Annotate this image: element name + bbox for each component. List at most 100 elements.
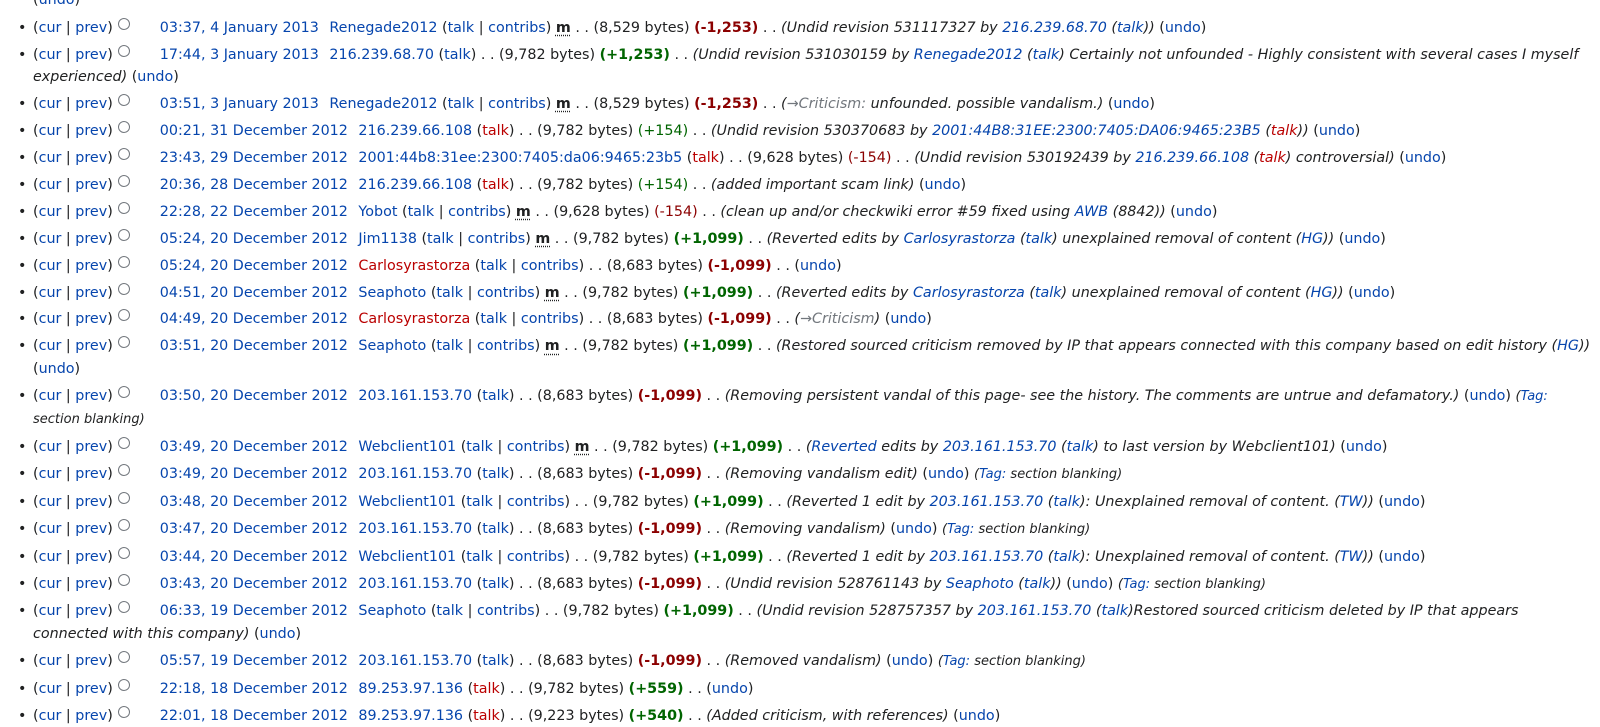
user-talk-link[interactable]: talk — [482, 521, 509, 537]
prev-link[interactable]: prev — [75, 231, 107, 247]
user-contribs-link[interactable]: contribs — [507, 439, 565, 455]
summary-link[interactable]: 2001:44B8:31EE:2300:7405:DA06:9465:23B5 — [932, 123, 1261, 139]
user-contribs-link[interactable]: contribs — [521, 311, 579, 327]
compare-radio[interactable] — [117, 121, 130, 134]
user-link[interactable]: Webclient101 — [358, 549, 456, 565]
summary-link[interactable]: Carlosyrastorza — [913, 285, 1025, 301]
tag-link[interactable]: Tag: — [979, 467, 1006, 482]
cur-link[interactable]: cur — [39, 204, 62, 220]
summary-link[interactable]: talk — [1024, 576, 1051, 592]
cur-link[interactable]: cur — [39, 681, 62, 697]
section-link[interactable]: →Criticism: — [787, 96, 866, 112]
undo-link[interactable]: undo — [137, 69, 173, 85]
revision-date-link[interactable]: 05:24, 20 December 2012 — [160, 255, 348, 278]
undo-link[interactable]: undo — [260, 626, 296, 642]
user-link[interactable]: 89.253.97.136 — [358, 681, 463, 697]
user-link[interactable]: 216.239.66.108 — [358, 177, 472, 193]
cur-link[interactable]: cur — [39, 285, 62, 301]
summary-link[interactable]: talk — [1259, 150, 1286, 166]
revision-date-link[interactable]: 22:01, 18 December 2012 — [160, 705, 348, 727]
user-talk-link[interactable]: talk — [436, 285, 463, 301]
user-talk-link[interactable]: talk — [482, 177, 509, 193]
prev-link[interactable]: prev — [75, 494, 107, 510]
compare-radio[interactable] — [117, 385, 130, 398]
compare-radio[interactable] — [117, 18, 130, 30]
user-contribs-link[interactable]: contribs — [448, 204, 506, 220]
user-contribs-link[interactable]: contribs — [521, 258, 579, 274]
prev-link[interactable]: prev — [75, 258, 107, 274]
prev-link[interactable]: prev — [75, 204, 107, 220]
user-link[interactable]: 2001:44b8:31ee:2300:7405:da06:9465:23b5 — [358, 150, 682, 166]
cur-link[interactable]: cur — [39, 549, 62, 565]
revision-date-link[interactable]: 03:50, 20 December 2012 — [160, 385, 348, 408]
summary-link[interactable]: 203.161.153.70 — [943, 439, 1057, 455]
revision-date-link[interactable]: 03:49, 20 December 2012 — [160, 436, 348, 459]
revision-date-link[interactable]: 22:28, 22 December 2012 — [160, 201, 348, 224]
user-contribs-link[interactable]: contribs — [477, 603, 535, 619]
summary-link[interactable]: talk — [1026, 231, 1053, 247]
user-contribs-link[interactable]: contribs — [507, 494, 565, 510]
prev-link[interactable]: prev — [75, 96, 107, 112]
user-link[interactable]: Yobot — [358, 204, 397, 220]
user-link[interactable]: 203.161.153.70 — [358, 388, 472, 404]
prev-link[interactable]: prev — [75, 150, 107, 166]
prev-link[interactable]: prev — [75, 123, 107, 139]
user-link[interactable]: Carlosyrastorza — [358, 258, 470, 274]
user-link[interactable]: 203.161.153.70 — [358, 653, 472, 669]
undo-link[interactable]: undo — [1469, 388, 1505, 404]
revision-date-link[interactable]: 03:47, 20 December 2012 — [160, 518, 348, 541]
prev-link[interactable]: prev — [75, 521, 107, 537]
cur-link[interactable]: cur — [39, 150, 62, 166]
user-talk-link[interactable]: talk — [444, 47, 471, 63]
user-link[interactable]: Renegade2012 — [329, 96, 437, 112]
revision-date-link[interactable]: 03:44, 20 December 2012 — [160, 546, 348, 569]
summary-link[interactable]: talk — [1117, 20, 1144, 36]
tag-link[interactable]: Tag: — [947, 522, 974, 537]
compare-radio[interactable] — [117, 491, 130, 504]
cur-link[interactable]: cur — [39, 177, 62, 193]
undo-link[interactable]: undo — [896, 521, 932, 537]
cur-link[interactable]: cur — [39, 47, 62, 63]
user-talk-link[interactable]: talk — [692, 150, 719, 166]
undo-link[interactable]: undo — [890, 311, 926, 327]
revision-date-link[interactable]: 05:24, 20 December 2012 — [160, 228, 348, 251]
user-link[interactable]: Carlosyrastorza — [358, 311, 470, 327]
prev-link[interactable]: prev — [75, 20, 107, 36]
compare-radio[interactable] — [117, 44, 130, 57]
user-link[interactable]: Jim1138 — [358, 231, 417, 247]
cur-link[interactable]: cur — [39, 311, 62, 327]
summary-link[interactable]: talk — [1271, 123, 1298, 139]
undo-link[interactable]: undo — [928, 466, 964, 482]
undo-link[interactable]: undo — [1384, 494, 1420, 510]
user-contribs-link[interactable]: contribs — [488, 96, 546, 112]
user-link[interactable]: 216.239.68.70 — [329, 47, 434, 63]
user-talk-link[interactable]: talk — [466, 549, 493, 565]
summary-link[interactable]: TW — [1340, 494, 1363, 510]
undo-link[interactable]: undo — [892, 653, 928, 669]
cur-link[interactable]: cur — [39, 494, 62, 510]
user-talk-link[interactable]: talk — [466, 439, 493, 455]
user-talk-link[interactable]: talk — [436, 338, 463, 354]
undo-link[interactable]: undo — [1405, 150, 1441, 166]
user-link[interactable]: Seaphoto — [358, 603, 426, 619]
summary-link[interactable]: AWB — [1075, 204, 1108, 220]
undo-link[interactable]: undo — [1165, 20, 1201, 36]
summary-link[interactable]: 216.239.68.70 — [1002, 20, 1107, 36]
revision-date-link[interactable]: 23:43, 29 December 2012 — [160, 147, 348, 170]
user-link[interactable]: Webclient101 — [358, 439, 456, 455]
undo-link[interactable]: undo — [800, 258, 836, 274]
prev-link[interactable]: prev — [75, 177, 107, 193]
compare-radio[interactable] — [117, 148, 130, 161]
summary-link[interactable]: talk — [1035, 285, 1062, 301]
summary-link[interactable]: talk — [1067, 439, 1094, 455]
revision-date-link[interactable]: 03:51, 20 December 2012 — [160, 335, 348, 358]
user-link[interactable]: 203.161.153.70 — [358, 576, 472, 592]
user-talk-link[interactable]: talk — [480, 258, 507, 274]
compare-radio[interactable] — [117, 201, 130, 214]
cur-link[interactable]: cur — [39, 439, 62, 455]
undo-link[interactable]: undo — [1344, 231, 1380, 247]
revision-date-link[interactable]: 03:49, 20 December 2012 — [160, 463, 348, 486]
cur-link[interactable]: cur — [39, 388, 62, 404]
user-talk-link[interactable]: talk — [482, 388, 509, 404]
user-contribs-link[interactable]: contribs — [488, 20, 546, 36]
